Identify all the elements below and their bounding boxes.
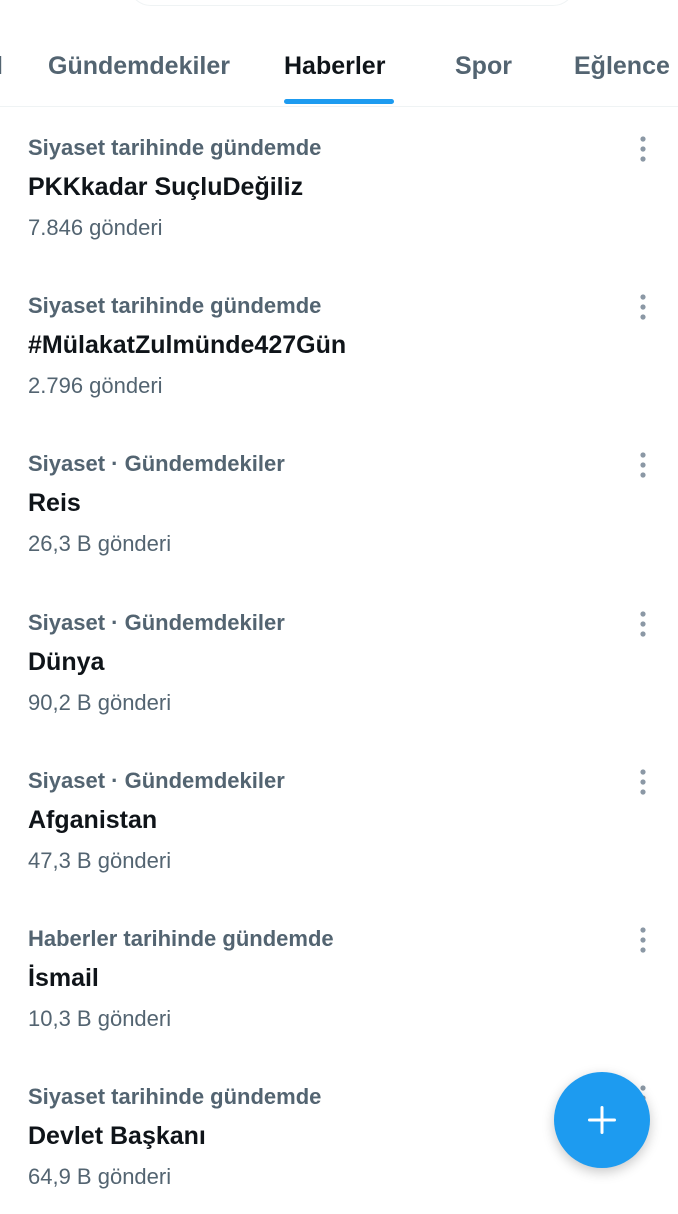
- trend-post-count: 26,3 B gönderi: [28, 531, 172, 557]
- tab-bar: l Gündemdekiler Haberler Spor Eğlence: [0, 0, 678, 107]
- tab-partial[interactable]: l: [0, 0, 8, 106]
- more-vertical-icon[interactable]: [630, 610, 656, 638]
- trend-context: Siyaset · Gündemdekiler: [28, 767, 285, 793]
- trend-context: Siyaset tarihinde gündemde: [28, 135, 322, 160]
- trend-name: Dünya: [28, 647, 105, 676]
- more-vertical-icon[interactable]: [630, 293, 656, 321]
- trend-context: Siyaset · Gündemdekiler: [28, 451, 285, 477]
- more-vertical-icon[interactable]: [630, 768, 656, 796]
- trend-name: #MülakatZulmünde427Gün: [28, 331, 347, 360]
- trend-item[interactable]: Siyaset · Gündemdekiler Reis 26,3 B gönd…: [0, 423, 678, 581]
- trend-item[interactable]: Siyaset tarihinde gündemde PKKkadar Suçl…: [0, 107, 678, 265]
- trend-context: Siyaset · Gündemdekiler: [28, 609, 285, 635]
- trend-name: PKKkadar SuçluDeğiliz: [28, 173, 304, 201]
- trend-post-count: 2.796 gönderi: [28, 373, 163, 399]
- active-tab-indicator: [284, 99, 394, 104]
- plus-icon: [588, 1106, 616, 1134]
- trend-item[interactable]: Siyaset · Gündemdekiler Afganistan 47,3 …: [0, 740, 678, 898]
- tab-spor[interactable]: Spor: [455, 0, 515, 106]
- tab-label: Haberler: [284, 52, 386, 80]
- trend-post-count: 47,3 B gönderi: [28, 847, 172, 873]
- tab-label: l: [0, 52, 3, 81]
- tab-eglence[interactable]: Eğlence: [574, 0, 678, 106]
- trend-post-count: 64,9 B gönderi: [28, 1164, 172, 1190]
- trend-name: İsmail: [28, 963, 99, 992]
- trend-post-count: 90,2 B gönderi: [28, 689, 172, 715]
- trend-name: Afganistan: [28, 805, 158, 834]
- trend-context: Siyaset tarihinde gündemde: [28, 293, 322, 319]
- trend-list: Siyaset tarihinde gündemde PKKkadar Suçl…: [0, 107, 678, 1214]
- trend-name: Reis: [28, 489, 81, 518]
- trend-context: Siyaset tarihinde gündemde: [28, 1084, 322, 1110]
- trend-item[interactable]: Haberler tarihinde gündemde İsmail 10,3 …: [0, 898, 678, 1056]
- trend-post-count: 7.846 gönderi: [28, 215, 163, 240]
- tab-gundemdekiler[interactable]: Gündemdekiler: [48, 0, 244, 106]
- more-vertical-icon[interactable]: [630, 926, 656, 954]
- trend-item[interactable]: Siyaset tarihinde gündemde #MülakatZulmü…: [0, 265, 678, 423]
- tab-label: Gündemdekiler: [48, 52, 230, 80]
- tab-label: Spor: [455, 52, 512, 80]
- trend-post-count: 10,3 B gönderi: [28, 1005, 172, 1031]
- trend-name: Devlet Başkanı: [28, 1122, 206, 1151]
- tab-label: Eğlence: [574, 52, 670, 80]
- tab-haberler[interactable]: Haberler: [284, 0, 394, 106]
- compose-post-button[interactable]: [554, 1072, 650, 1168]
- trend-item[interactable]: Siyaset · Gündemdekiler Dünya 90,2 B gön…: [0, 582, 678, 740]
- trend-context: Haberler tarihinde gündemde: [28, 925, 334, 951]
- more-vertical-icon[interactable]: [630, 451, 656, 479]
- more-vertical-icon[interactable]: [630, 135, 656, 163]
